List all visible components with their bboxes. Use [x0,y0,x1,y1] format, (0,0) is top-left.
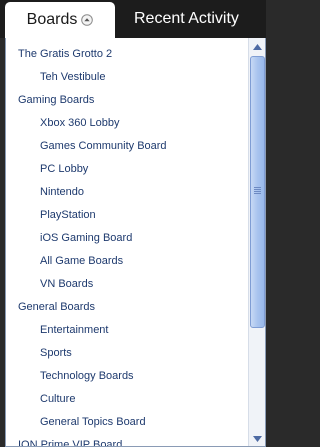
board-link[interactable]: Culture [6,388,247,411]
board-category-link[interactable]: The Gratis Grotto 2 [6,43,247,66]
vertical-scrollbar[interactable] [248,38,265,446]
board-link[interactable]: Xbox 360 Lobby [6,112,247,135]
board-link[interactable]: Technology Boards [6,365,247,388]
arrow-up-icon [253,43,262,50]
board-link[interactable]: PC Lobby [6,158,247,181]
scroll-up-button[interactable] [250,39,265,54]
board-link[interactable]: Sports [6,342,247,365]
board-link[interactable]: Teh Vestibule [6,66,247,89]
tab-recent-activity[interactable]: Recent Activity [125,2,266,36]
arrow-down-icon [253,435,262,442]
board-category-link[interactable]: Gaming Boards [6,89,247,112]
board-link[interactable]: General Topics Board [6,411,247,434]
board-link[interactable]: PlayStation [6,204,247,227]
top-nav-bar: Boards Recent Activity [0,0,266,40]
board-link[interactable]: Nintendo [6,181,247,204]
collapse-up-icon[interactable] [81,14,94,26]
board-category-link[interactable]: ION Prime VIP Board [6,434,247,446]
scroll-down-button[interactable] [250,431,265,446]
board-link[interactable]: All Game Boards [6,250,247,273]
tab-recent-activity-label: Recent Activity [134,10,239,27]
scrollbar-thumb[interactable] [250,56,265,328]
board-link[interactable]: iOS Gaming Board [6,227,247,250]
scrollbar-grip-icon [254,187,261,194]
boards-list: The Gratis Grotto 2 Teh Vestibule Gaming B… [6,38,247,446]
boards-dropdown-panel: The Gratis Grotto 2 Teh Vestibule Gaming B… [5,38,266,447]
board-link[interactable]: Entertainment [6,319,247,342]
board-link[interactable]: VN Boards [6,273,247,296]
board-link[interactable]: Games Community Board [6,135,247,158]
tab-boards[interactable]: Boards [5,2,115,40]
board-category-link[interactable]: General Boards [6,296,247,319]
tab-boards-label: Boards [26,11,78,28]
